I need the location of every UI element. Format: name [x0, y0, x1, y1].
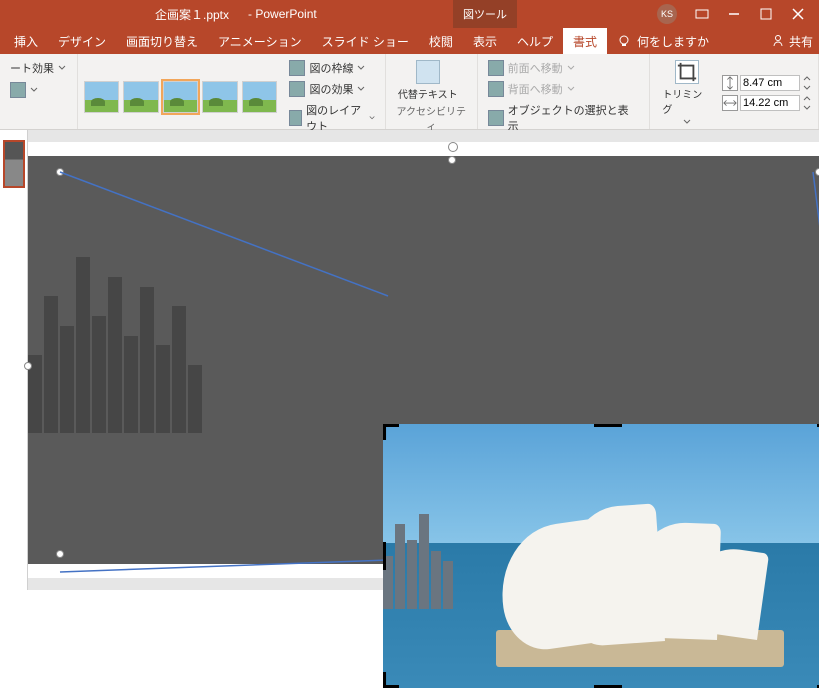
picture-border-button[interactable]: 図の枠線 [285, 58, 378, 78]
picture-style-2[interactable] [123, 81, 159, 113]
tab-view[interactable]: 表示 [463, 28, 507, 54]
rotation-handle[interactable] [448, 142, 458, 152]
tab-animations[interactable]: アニメーション [208, 28, 312, 54]
image-content [509, 495, 770, 640]
slide-editor [0, 130, 819, 590]
width-icon [722, 95, 738, 111]
crop-handle-bl[interactable] [383, 672, 399, 688]
share-button[interactable]: 共有 [771, 33, 813, 50]
crop-button[interactable]: トリミング [656, 58, 718, 128]
slide-thumbnail-panel [0, 130, 28, 590]
selection-handle-t[interactable] [448, 156, 456, 164]
bring-forward-button[interactable]: 前面へ移動 [484, 58, 579, 78]
maximize-icon[interactable] [759, 7, 773, 21]
lightbulb-icon [617, 34, 631, 48]
chevron-down-icon [58, 64, 66, 72]
compress-icon [10, 82, 26, 98]
alt-text-icon [416, 60, 440, 84]
selection-handle-tl[interactable] [56, 168, 64, 176]
selection-handle-bl[interactable] [56, 550, 64, 558]
contextual-tab-label: 図ツール [453, 0, 517, 28]
send-backward-icon [488, 81, 504, 97]
selection-handle-l[interactable] [24, 362, 32, 370]
tell-me-search[interactable]: 何をしますか [617, 33, 709, 50]
ribbon-display-icon[interactable] [695, 7, 709, 21]
height-icon [722, 75, 738, 91]
ribbon: ート効果 図の枠線 図の効果 図のレイアウト 図のスタイル 代替テキスト [0, 54, 819, 130]
selection-handle-tr[interactable] [815, 168, 819, 176]
picture-style-1[interactable] [84, 81, 120, 113]
picture-style-3[interactable] [163, 81, 199, 113]
border-icon [289, 60, 305, 76]
tab-transitions[interactable]: 画面切り替え [116, 28, 208, 54]
close-icon[interactable] [791, 7, 805, 21]
app-name: - PowerPoint [248, 7, 317, 21]
title-bar: 企画案１.pptx - PowerPoint 図ツール KS [0, 0, 819, 28]
effects-icon [289, 81, 305, 97]
height-spinner[interactable] [802, 75, 812, 91]
share-icon [771, 34, 785, 48]
crop-region[interactable] [383, 424, 819, 688]
slide-thumbnail-1[interactable] [3, 140, 25, 188]
picture-style-5[interactable] [242, 81, 278, 113]
height-input[interactable] [740, 75, 800, 91]
selection-pane-icon [488, 110, 504, 126]
tab-slideshow[interactable]: スライド ショー [312, 28, 419, 54]
tab-insert[interactable]: 挿入 [4, 28, 48, 54]
width-spinner[interactable] [802, 95, 812, 111]
minimize-icon[interactable] [727, 7, 741, 21]
tab-review[interactable]: 校閲 [419, 28, 463, 54]
crop-icon [675, 60, 699, 84]
alt-text-button[interactable]: 代替テキスト [392, 58, 464, 103]
tab-format[interactable]: 書式 [563, 28, 607, 54]
crop-handle-tl[interactable] [383, 424, 399, 440]
compress-button[interactable] [6, 80, 42, 100]
picture-style-4[interactable] [202, 81, 238, 113]
crop-handle-l[interactable] [383, 542, 386, 570]
slide-canvas[interactable] [28, 142, 819, 578]
send-backward-button[interactable]: 背面へ移動 [484, 79, 579, 99]
picture-effects-button[interactable]: 図の効果 [285, 79, 378, 99]
tab-help[interactable]: ヘルプ [507, 28, 563, 54]
artistic-effects-button[interactable]: ート効果 [6, 58, 70, 78]
ribbon-tabs: 挿入 デザイン 画面切り替え アニメーション スライド ショー 校閲 表示 ヘル… [0, 28, 819, 54]
user-avatar[interactable]: KS [657, 4, 677, 24]
bring-forward-icon [488, 60, 504, 76]
document-title: 企画案１.pptx [155, 6, 229, 23]
tab-design[interactable]: デザイン [48, 28, 116, 54]
crop-handle-t[interactable] [594, 424, 622, 427]
layout-icon [289, 110, 302, 126]
width-input[interactable] [740, 95, 800, 111]
